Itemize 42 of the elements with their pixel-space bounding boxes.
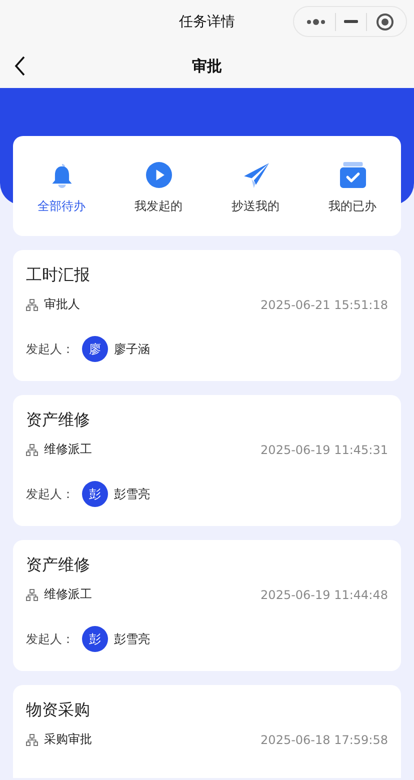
tab[interactable]: 我的已办	[312, 158, 392, 214]
task-title: 物资采购	[26, 699, 91, 721]
task-card[interactable]: 资产维修 维修派工 2025-06-19 11:45:31 发起人： 彭 彭雪亮	[13, 395, 401, 526]
org-chart-icon	[26, 588, 38, 600]
task-time: 2025-06-19 11:45:31	[260, 442, 388, 456]
page-title: 审批	[192, 56, 222, 76]
avatar: 彭	[82, 626, 108, 652]
paper-plane-icon	[242, 162, 268, 188]
task-card[interactable]: 物资采购 采购审批 2025-06-18 17:59:58	[13, 685, 401, 778]
minimize-icon[interactable]	[344, 20, 358, 23]
initiator-label: 发起人：	[26, 340, 74, 358]
initiator-label: 发起人：	[26, 630, 74, 648]
checked-box-icon	[340, 162, 366, 188]
org-chart-icon	[26, 298, 38, 310]
avatar: 廖	[82, 336, 108, 362]
task-card[interactable]: 工时汇报 审批人 2025-06-21 15:51:18 发起人： 廖 廖子涵	[13, 250, 401, 381]
task-card[interactable]: 资产维修 维修派工 2025-06-19 11:44:48 发起人： 彭 彭雪亮	[13, 540, 401, 671]
initiator-label: 发起人：	[26, 486, 74, 502]
org-chart-icon	[26, 734, 38, 746]
task-title: 资产维修	[26, 409, 91, 431]
task-time: 2025-06-21 15:51:18	[260, 298, 388, 312]
tab[interactable]: 抄送我的	[216, 158, 296, 214]
play-icon	[146, 162, 172, 188]
more-icon[interactable]	[306, 18, 326, 26]
node-name: 审批人	[44, 296, 80, 313]
initiator-name: 廖子涵	[114, 340, 150, 358]
close-icon[interactable]	[376, 12, 394, 30]
tab[interactable]: 全部待办	[22, 158, 102, 214]
initiator-name: 彭雪亮	[114, 630, 150, 648]
avatar: 彭	[82, 481, 108, 507]
task-title: 工时汇报	[26, 264, 91, 286]
node-name: 维修派工	[44, 586, 92, 603]
task-time: 2025-06-19 11:44:48	[260, 588, 388, 602]
node-name: 采购审批	[44, 731, 92, 748]
back-icon[interactable]	[14, 56, 26, 76]
node-name: 维修派工	[44, 441, 92, 458]
task-title: 资产维修	[26, 554, 91, 576]
org-chart-icon	[26, 444, 38, 456]
window-title: 任务详情	[179, 13, 235, 31]
task-time: 2025-06-18 17:59:58	[260, 732, 388, 746]
initiator-name: 彭雪亮	[114, 486, 150, 502]
tab[interactable]: 我发起的	[118, 158, 198, 214]
